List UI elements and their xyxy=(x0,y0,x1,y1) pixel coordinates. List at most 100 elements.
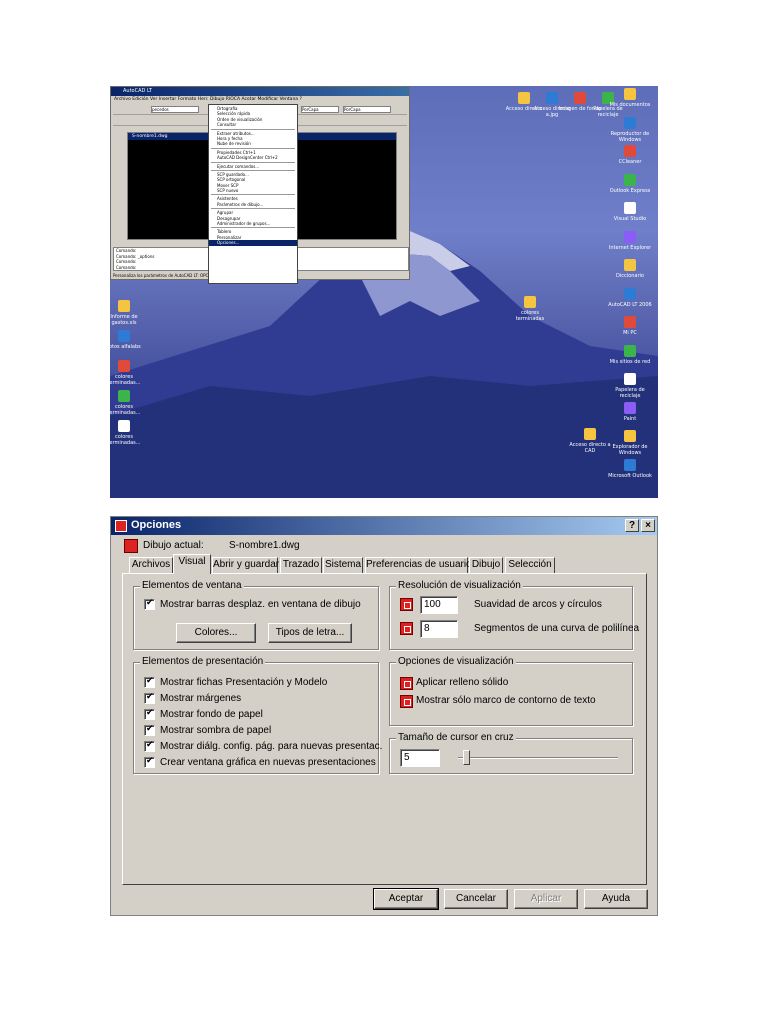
desktop-icon[interactable]: Acceso directo a CAD xyxy=(568,428,612,454)
paper-shadow-label: Mostrar sombra de papel xyxy=(160,725,272,736)
tab-abrir-guardar[interactable]: Abrir y guardar xyxy=(212,557,279,573)
shortcut-icon xyxy=(518,92,530,104)
desktop-icon[interactable]: AutoCAD LT 2006 xyxy=(608,287,652,308)
solid-fill-label[interactable]: Aplicar relleno sólido xyxy=(416,677,508,688)
menu-item[interactable]: Ejecutar comandos... xyxy=(209,164,297,169)
arc-smoothness-input[interactable]: 100 xyxy=(420,596,458,614)
shortcut-icon xyxy=(624,430,636,442)
tab-archivos[interactable]: Archivos xyxy=(129,557,173,573)
desktop-icon[interactable]: Reproductor de Windows xyxy=(608,116,652,143)
colors-button[interactable]: Colores... xyxy=(176,623,256,643)
shortcut-icon xyxy=(624,344,636,357)
shortcut-icon xyxy=(624,287,636,300)
paper-background-label: Mostrar fondo de papel xyxy=(160,709,263,720)
desktop-icon[interactable]: Visual Studio xyxy=(608,202,652,222)
scrollbars-label: Mostrar barras desplaz. en ventana de di… xyxy=(160,599,361,610)
tools-dropdown-menu[interactable]: Ortografía Selección rápida Orden de visua… xyxy=(208,104,298,284)
menu-separator xyxy=(211,147,295,149)
tab-sistema[interactable]: Sistema xyxy=(323,557,363,573)
tab-preferencias[interactable]: Preferencias de usuario xyxy=(365,557,472,573)
display-resolution-group: Resolución de visualización 100 Suavidad… xyxy=(389,580,639,650)
tab-seleccion[interactable]: Selección xyxy=(505,557,555,573)
menu-item[interactable]: SCP nuevo xyxy=(209,188,297,193)
desktop-icon[interactable]: colores terminadas xyxy=(508,296,552,322)
shortcut-icon xyxy=(624,145,636,157)
layout-tabs-checkbox[interactable] xyxy=(144,676,155,688)
autocad-titlebar: AutoCAD LT xyxy=(111,87,409,96)
desktop-screenshot: AutoCAD LT Archivo Edición Ver Insertar … xyxy=(110,86,658,498)
window-elements-label: Elementos de ventana xyxy=(140,580,244,591)
desktop-icon[interactable]: Internet Explorer xyxy=(608,230,652,251)
desktop-icon-label: Explorador de Windows xyxy=(612,444,648,456)
desktop-icon[interactable]: Diccionario xyxy=(608,259,652,279)
menu-item[interactable]: Administrador de grupos... xyxy=(209,221,297,226)
desktop-icon[interactable]: Mi PC xyxy=(608,316,652,336)
margins-checkbox[interactable] xyxy=(144,692,155,704)
shortcut-icon xyxy=(624,88,636,100)
options-dialog[interactable]: Opciones ? × Dibujo actual: S-nombre1.dw… xyxy=(110,516,658,916)
desktop-icon[interactable]: Explorador de Windows xyxy=(608,430,652,456)
tab-trazado[interactable]: Trazado xyxy=(280,557,322,573)
shortcut-icon xyxy=(118,420,130,432)
desktop-icon[interactable]: Microsoft Outlook xyxy=(608,458,652,479)
paper-background-checkbox[interactable] xyxy=(144,708,155,720)
polyline-segments-input[interactable]: 8 xyxy=(420,620,458,638)
desktop-icon-label: Acceso directo a CAD xyxy=(569,442,611,454)
menu-item[interactable]: Parámetros de dibujo... xyxy=(209,202,297,207)
tab-dibujo[interactable]: Dibujo xyxy=(469,557,503,573)
paper-shadow-checkbox[interactable] xyxy=(144,724,155,736)
shortcut-icon xyxy=(624,401,636,414)
desktop-icon[interactable]: CCleaner xyxy=(608,145,652,165)
linetype-combo[interactable]: PorCapa xyxy=(343,106,391,113)
ok-button[interactable]: Aceptar xyxy=(373,888,439,910)
desktop-icon[interactable]: colores terminadas... xyxy=(110,360,146,386)
close-button[interactable]: × xyxy=(641,519,655,532)
autocad-icon xyxy=(115,520,127,532)
crosshair-size-input[interactable]: 5 xyxy=(400,749,440,767)
cancel-button[interactable]: Cancelar xyxy=(444,889,508,909)
desktop-icon[interactable]: Mis sitios de red xyxy=(608,344,652,365)
menu-separator xyxy=(211,208,295,210)
desktop-icon[interactable]: colores terminadas... xyxy=(110,390,146,416)
autocad-window[interactable]: AutoCAD LT Archivo Edición Ver Insertar … xyxy=(110,86,410,284)
crosshair-slider-track[interactable] xyxy=(458,757,618,759)
desktop-icon[interactable]: colores terminadas... xyxy=(110,420,146,446)
display-resolution-label: Resolución de visualización xyxy=(396,580,523,591)
desktop-icon[interactable]: Mis documentos xyxy=(608,88,652,108)
shortcut-icon xyxy=(118,360,130,372)
visual-tab-panel: Elementos de ventana Mostrar barras desp… xyxy=(122,573,647,885)
desktop-icon[interactable]: Papelera de reciclaje xyxy=(608,373,652,399)
help-title-button[interactable]: ? xyxy=(625,519,639,532)
viewport-checkbox[interactable] xyxy=(144,756,155,768)
shortcut-icon xyxy=(574,92,586,104)
scrollbars-checkbox[interactable] xyxy=(144,598,155,610)
layer-combo[interactable]: pecedos xyxy=(151,106,199,113)
autocad-menubar[interactable]: Archivo Edición Ver Insertar Formato Her… xyxy=(111,96,409,104)
menu-item[interactable]: Nube de revisión xyxy=(209,141,297,146)
menu-item[interactable]: Opciones... xyxy=(209,240,297,246)
apply-button[interactable]: Aplicar xyxy=(514,889,578,909)
desktop-icon[interactable]: Outlook Express xyxy=(608,173,652,194)
shortcut-icon xyxy=(624,316,636,328)
desktop-icon-label: colores terminadas... xyxy=(110,374,141,386)
drawing-file-icon xyxy=(124,539,138,553)
display-options-group: Opciones de visualización Aplicar rellen… xyxy=(389,656,633,726)
solid-fill-icon xyxy=(400,677,413,690)
desktop-icon[interactable]: Informe de gastos.xls xyxy=(110,300,146,326)
tab-visual[interactable]: Visual xyxy=(173,554,211,574)
menu-item[interactable]: Consultar xyxy=(209,122,297,127)
page-setup-checkbox[interactable] xyxy=(144,740,155,752)
shortcut-icon xyxy=(624,458,636,471)
help-button[interactable]: Ayuda xyxy=(584,889,648,909)
dialog-titlebar: Opciones ? × xyxy=(111,517,657,535)
layout-tabs-label: Mostrar fichas Presentación y Modelo xyxy=(160,677,328,688)
crosshair-slider-thumb[interactable] xyxy=(463,750,470,765)
desktop-icon[interactable]: Paint xyxy=(608,401,652,422)
desktop-icon-label: colores terminadas... xyxy=(110,434,141,446)
color-combo[interactable]: PorCapa xyxy=(301,106,339,113)
menu-item[interactable]: AutoCAD DesignCenter Ctrl+2 xyxy=(209,155,297,160)
fonts-button[interactable]: Tipos de letra... xyxy=(268,623,352,643)
desktop-icon-label: Mis sitios de red xyxy=(609,358,651,365)
desktop-icon[interactable]: fotos alfalabs xyxy=(110,330,146,350)
text-frame-label[interactable]: Mostrar sólo marco de contorno de texto xyxy=(416,695,596,706)
